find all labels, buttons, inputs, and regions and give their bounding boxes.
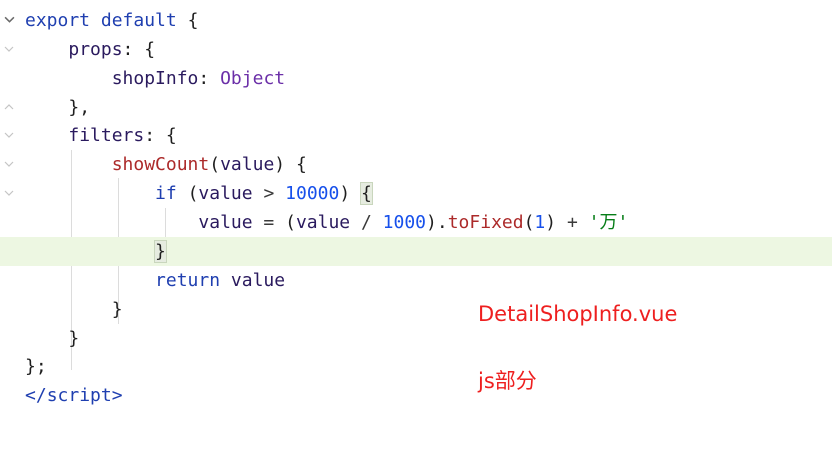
fold-marker-icon[interactable] [4,102,14,112]
brace: { [295,154,307,175]
operator: > [263,183,275,204]
code-line[interactable]: }, [0,93,832,122]
colon: : [122,39,134,60]
matched-brace: { [360,182,373,205]
brace: } [68,328,80,349]
type-name: Object [220,68,286,89]
current-code-line[interactable]: } [0,237,832,266]
paren: ( [523,212,535,233]
paren: ( [187,183,199,204]
fold-marker-icon[interactable] [4,159,14,169]
code-line[interactable]: } [0,324,832,353]
variable: value [295,212,351,233]
code-line[interactable]: showCount(value) { [0,150,832,179]
code-line[interactable]: }; [0,352,832,381]
fold-marker-icon[interactable] [4,130,14,140]
code-line[interactable]: </script> [0,381,832,410]
variable: value [230,270,286,291]
colon: : [198,68,210,89]
filename-annotation: DetailShopInfo.vue [478,302,678,326]
parameter: value [220,154,275,175]
paren: ) [545,212,557,233]
tag-bracket: > [111,385,123,406]
paren: ) [274,154,286,175]
operator: + [566,212,578,233]
code-line[interactable]: return value [0,266,832,295]
code-line[interactable]: props: { [0,35,832,64]
number: 10000 [285,183,340,204]
property-key: filters [68,125,145,146]
keyword: if [155,183,177,204]
code-line[interactable]: filters: { [0,121,832,150]
code-editor[interactable]: export default { props: { shopInfo: Obje… [0,0,832,415]
closing-brace: }; [25,356,47,377]
code-line[interactable]: shopInfo: Object [0,64,832,93]
function-name: showCount [111,154,210,175]
keyword: return [155,270,221,291]
tag-name: script [46,385,112,406]
code-line[interactable]: value = (value / 1000).toFixed(1) + '万' [0,208,832,237]
code-line[interactable]: if (value > 10000) { [0,179,832,208]
variable: value [198,183,253,204]
tag-bracket: </ [25,385,47,406]
matched-brace: } [154,240,167,263]
number: 1 [534,212,546,233]
section-annotation: js部分 [478,369,537,393]
code-line[interactable]: export default { [0,6,832,35]
keyword: default [100,10,177,31]
keyword: export [25,10,91,31]
brace: { [187,10,199,31]
paren: ( [209,154,221,175]
operator: / [360,212,372,233]
property-key: shopInfo [111,68,199,89]
paren: ). [426,212,448,233]
property-key: props [68,39,123,60]
variable: value [198,212,253,233]
paren: ( [285,212,296,233]
paren: ) [339,183,351,204]
operator: = [263,212,275,233]
brace: { [165,125,177,146]
brace: { [144,39,156,60]
fold-marker-icon[interactable] [4,44,14,54]
string-literal: '万' [588,212,629,233]
closing-brace: }, [68,97,91,118]
number: 1000 [382,212,427,233]
code-line[interactable]: } [0,295,832,324]
method-name: toFixed [447,212,524,233]
brace: } [111,299,123,320]
fold-marker-icon[interactable] [4,188,14,198]
colon: : [144,125,156,146]
fold-arrow-icon[interactable] [4,14,15,25]
